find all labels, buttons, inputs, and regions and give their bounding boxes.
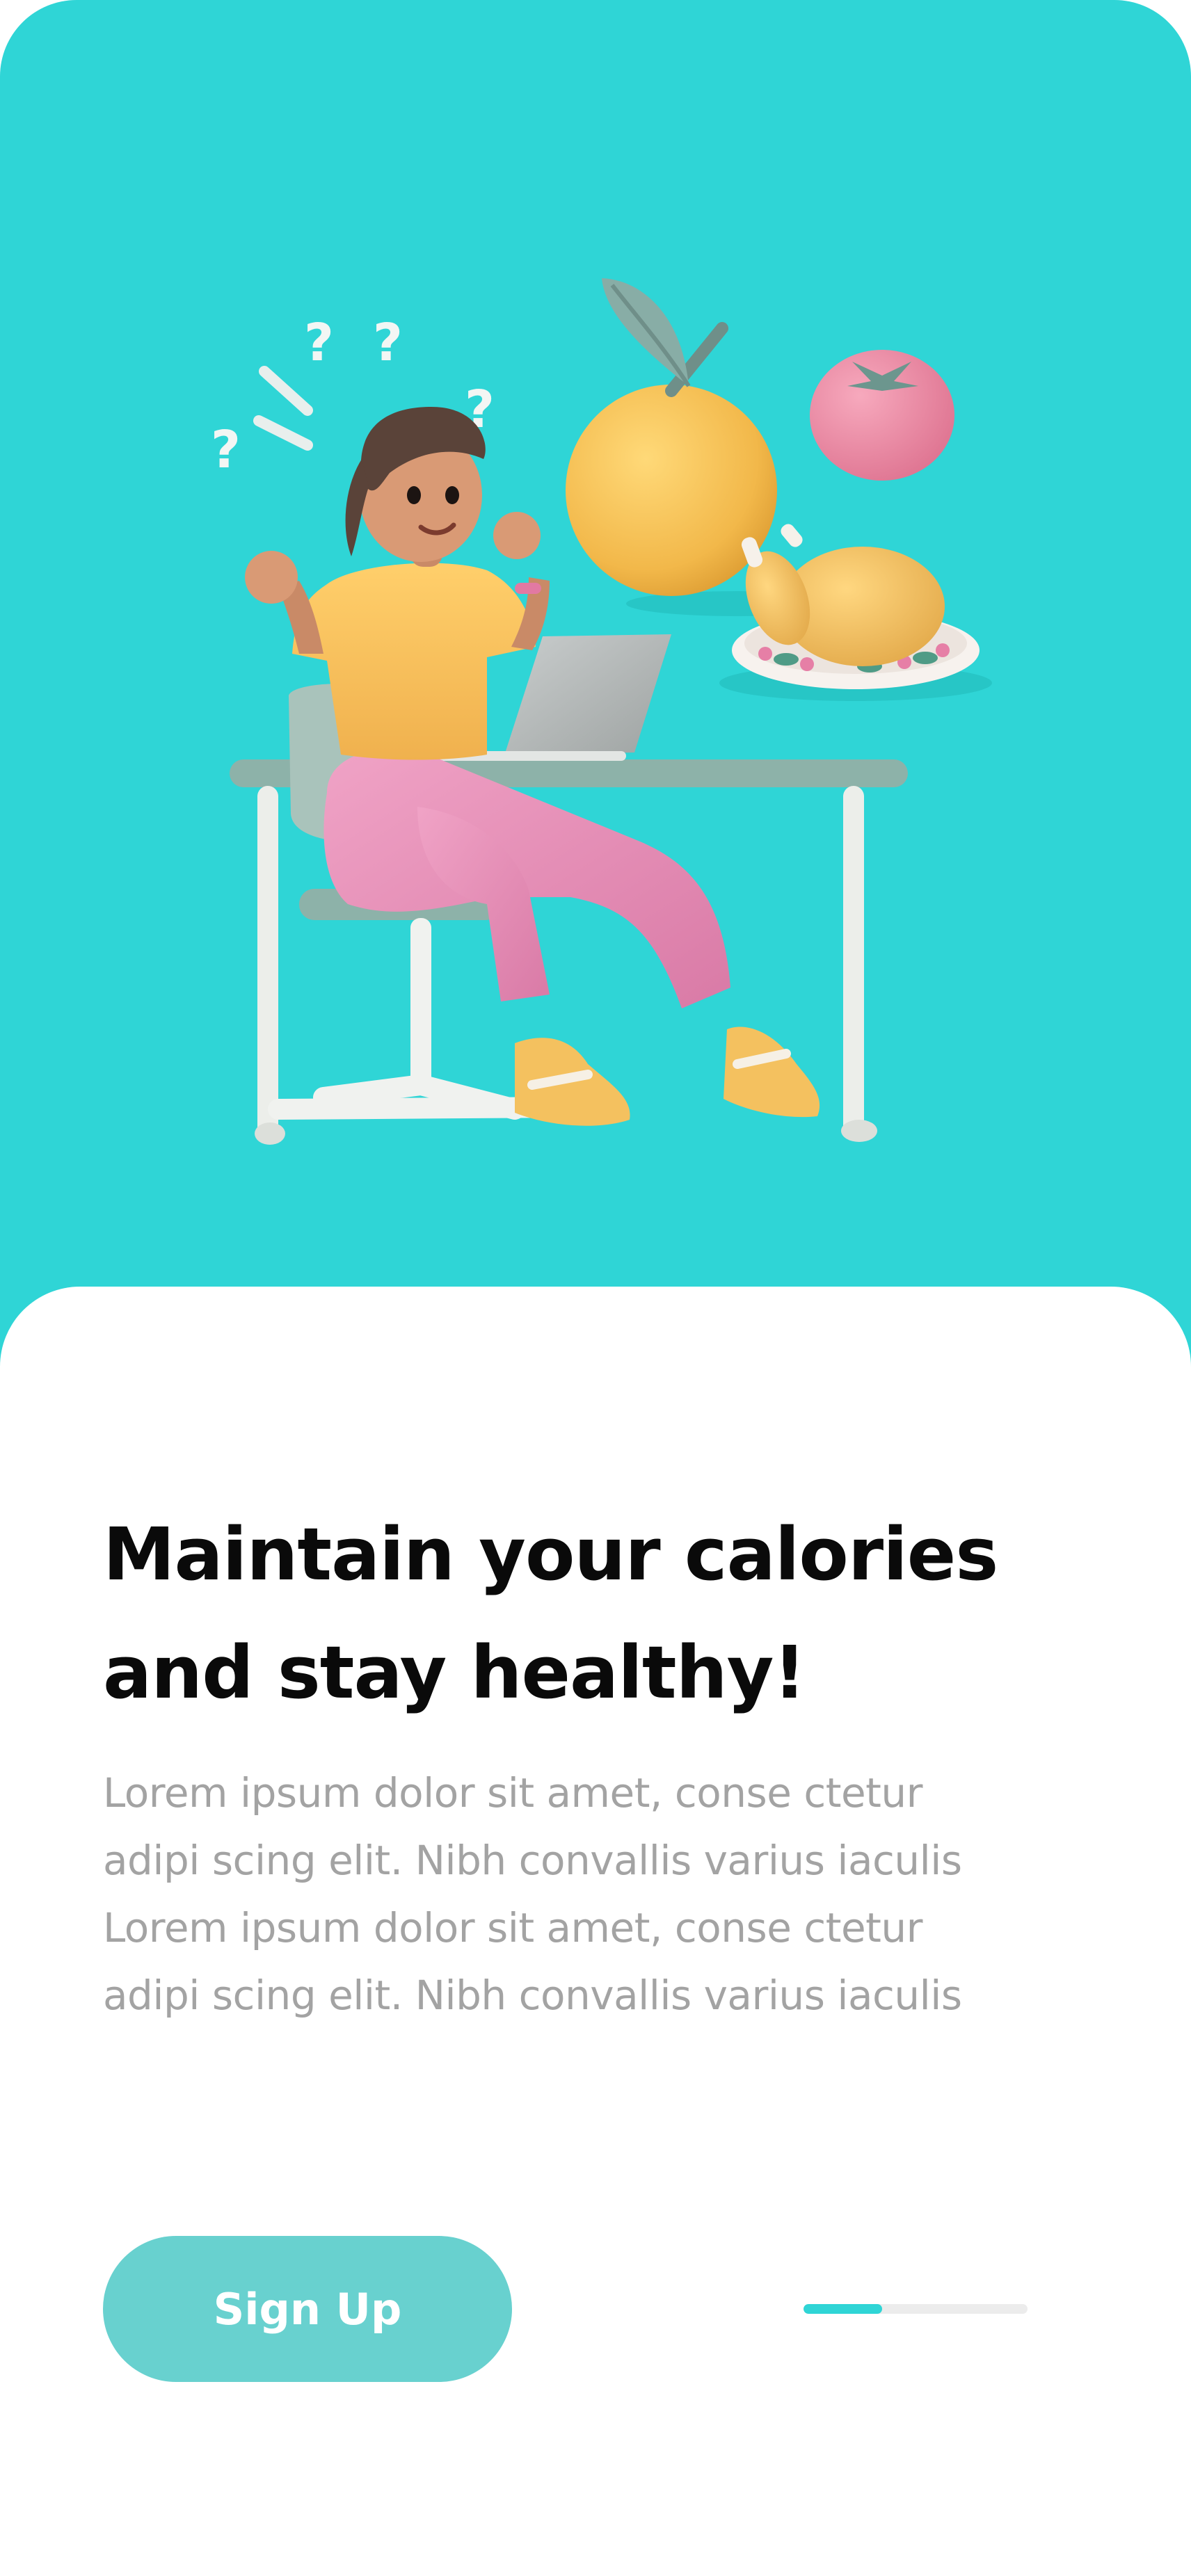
page-title: Maintain your calories and stay healthy!	[103, 1495, 1112, 1732]
title-line: Maintain your calories	[103, 1512, 998, 1597]
svg-text:?: ?	[373, 313, 403, 373]
onboarding-screen: ? ? ? ? Maintain your calories and stay …	[0, 0, 1191, 2576]
description-line: adipi scing elit. Nibh convallis varius …	[103, 1837, 962, 1884]
description-line: Lorem ipsum dolor sit amet, conse ctetur	[103, 1904, 922, 1951]
description-text: Lorem ipsum dolor sit amet, conse ctetur…	[103, 1760, 1112, 2029]
onboarding-progress-indicator	[804, 2304, 1028, 2314]
hero-illustration: ? ? ? ?	[211, 278, 992, 1145]
svg-text:?: ?	[304, 313, 334, 373]
description-line: adipi scing elit. Nibh convallis varius …	[103, 1972, 962, 2019]
title-line: and stay healthy!	[103, 1630, 806, 1715]
svg-text:?: ?	[211, 420, 241, 480]
onboarding-progress-fill	[804, 2304, 882, 2314]
sign-up-button[interactable]: Sign Up	[103, 2236, 512, 2382]
hero-banner: ? ? ? ?	[0, 0, 1191, 1391]
description-line: Lorem ipsum dolor sit amet, conse ctetur	[103, 1769, 922, 1817]
